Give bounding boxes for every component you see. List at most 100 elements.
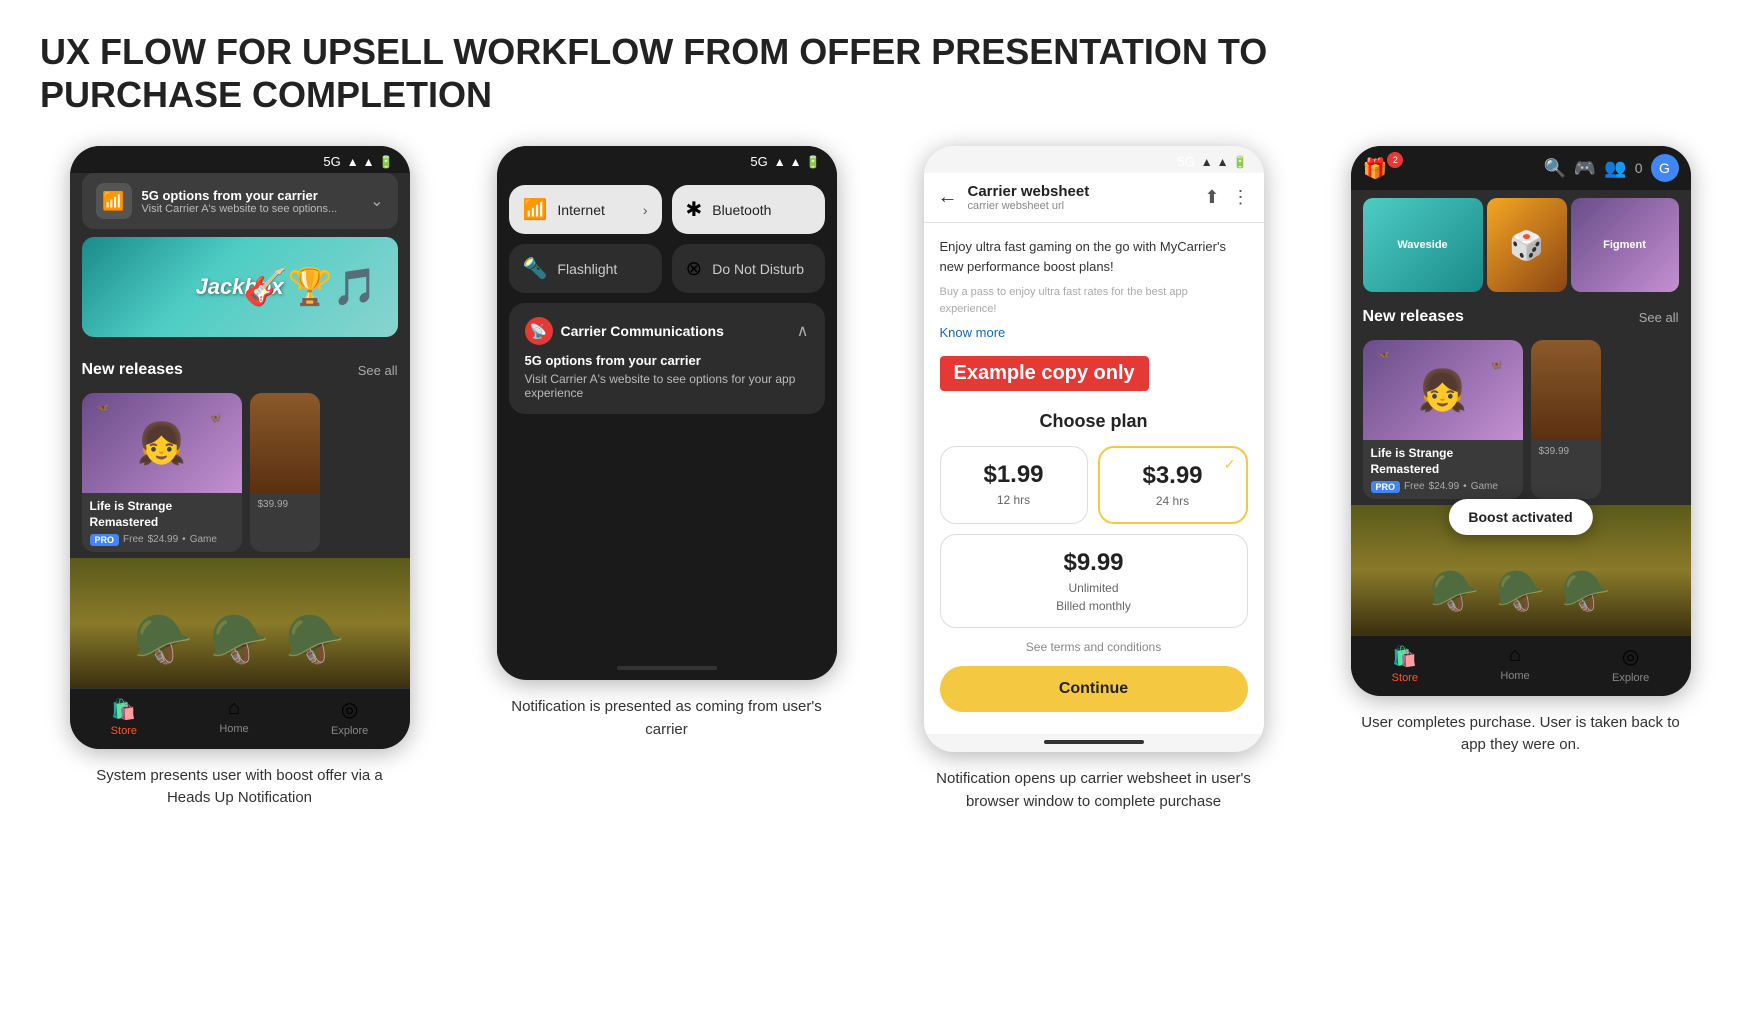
user-avatar[interactable]: G (1651, 154, 1679, 182)
game-name: Life is Strange Remastered (90, 499, 234, 530)
p4-left-icons: 🎁 2 (1363, 156, 1410, 181)
phone4-moto-price: $39.99 (1539, 446, 1593, 457)
game-category-label: Game (190, 534, 217, 545)
signal-icon: ▲ (347, 155, 359, 169)
boost-activated-toast: Boost activated (1448, 499, 1592, 535)
choose-plan-title: Choose plan (940, 411, 1248, 432)
dnd-icon: ⊗ (686, 256, 703, 281)
p4-right-icons: 🔍 🎮 👥 0 G (1543, 154, 1678, 182)
internet-tile[interactable]: 📶 Internet › (509, 185, 662, 234)
phone3-status-bar: 5G ▲ ▲ 🔋 (924, 146, 1264, 173)
see-all-link[interactable]: See all (358, 363, 398, 378)
plan-1-price: $1.99 (955, 461, 1073, 489)
qs-row-2: 🔦 Flashlight ⊗ Do Not Disturb (509, 244, 825, 293)
phone4-home-icon: ⌂ (1509, 644, 1521, 667)
carrier-notif-body: Visit Carrier A's website to see options… (525, 372, 809, 400)
chevron-down-icon: ⌄ (370, 191, 383, 211)
dnd-tile[interactable]: ⊗ Do Not Disturb (672, 244, 825, 293)
bluetooth-tile[interactable]: ✱ Bluetooth (672, 185, 825, 234)
phone4-nav-store[interactable]: 🛍️ Store (1392, 644, 1418, 684)
bluetooth-tile-label: Bluetooth (712, 202, 771, 218)
controller-icon[interactable]: 🎮 (1574, 158, 1596, 179)
back-arrow-icon[interactable]: ← (938, 186, 958, 209)
phone2-status-bar: 5G ▲ ▲ 🔋 (497, 146, 837, 173)
phone1-status-icons: ▲ ▲ 🔋 (347, 155, 394, 169)
phone4-game-info: Life is Strange Remastered PRO Free $24.… (1363, 440, 1523, 498)
phone1-frame: 5G ▲ ▲ 🔋 📶 5G options from your carrier … (70, 146, 410, 748)
phones-container: 5G ▲ ▲ 🔋 📶 5G options from your carrier … (40, 146, 1720, 813)
bluetooth-icon: ✱ (686, 197, 703, 222)
phone1-column: 5G ▲ ▲ 🔋 📶 5G options from your carrier … (40, 146, 439, 809)
plan-1-99[interactable]: $1.99 12 hrs (940, 446, 1088, 524)
phone4-soldier2: 🪖 (1496, 568, 1546, 615)
plan-unlimited-price: $9.99 (955, 549, 1233, 577)
phone4-life-strange-card[interactable]: 👧 🦋 🦋 Life is Strange Remastered PRO Fre… (1363, 340, 1523, 498)
phone4-game-dot: • (1463, 481, 1467, 492)
moto-info: $39.99 (250, 493, 320, 516)
phone1-status-bar: 5G ▲ ▲ 🔋 (70, 146, 410, 173)
flashlight-icon: 🔦 (523, 256, 548, 281)
phone4-see-all[interactable]: See all (1639, 310, 1679, 325)
share-icon[interactable]: ⬆ (1204, 187, 1219, 208)
nav-store-label: Store (111, 725, 137, 737)
fps-game-banner: 🪖 🪖 🪖 (70, 558, 410, 688)
wifi-qs-icon: 📶 (523, 197, 548, 222)
phone4-moto-card[interactable]: $39.99 (1531, 340, 1601, 498)
phone4-home-label: Home (1500, 670, 1529, 682)
phone4-header: 🎁 2 🔍 🎮 👥 0 G (1351, 146, 1691, 190)
gift-icon: 🎁 (1363, 156, 1388, 181)
dnd-tile-label: Do Not Disturb (712, 261, 804, 277)
plan-3-99[interactable]: $3.99 24 hrs (1098, 446, 1248, 524)
phone2-empty-area (497, 426, 837, 656)
people-icon[interactable]: 👥 (1604, 158, 1626, 179)
phone4-game-price-orig: $24.99 (1429, 481, 1460, 492)
know-more-link[interactable]: Know more (940, 325, 1248, 340)
phone4-moto-thumbnail (1531, 340, 1601, 440)
websheet-url: carrier websheet url (968, 200, 1195, 212)
notif-text-block: 5G options from your carrier Visit Carri… (142, 188, 361, 215)
plan-1-duration: 12 hrs (955, 493, 1073, 507)
game-category: • (182, 534, 186, 545)
phone3-column: 5G ▲ ▲ 🔋 ← Carrier websheet carrier webs… (894, 146, 1293, 813)
nav-home[interactable]: ⌂ Home (219, 697, 248, 737)
phone1-caption: System presents user with boost offer vi… (80, 765, 400, 810)
websheet-header: ← Carrier websheet carrier websheet url … (924, 173, 1264, 223)
qs-row-1: 📶 Internet › ✱ Bluetooth (509, 185, 825, 234)
phone1-notification[interactable]: 📶 5G options from your carrier Visit Car… (82, 173, 398, 229)
expand-icon[interactable]: ∧ (797, 321, 809, 341)
soldier2-icon: 🪖 (210, 611, 270, 668)
phone4-nav-home[interactable]: ⌂ Home (1500, 644, 1529, 684)
websheet-body-text2: Buy a pass to enjoy ultra fast rates for… (940, 284, 1248, 317)
carrier-name: Carrier Communications (561, 323, 724, 339)
continue-button[interactable]: Continue (940, 666, 1248, 712)
terms-link[interactable]: See terms and conditions (940, 640, 1248, 654)
jackbox-banner: Jackbox 🎸🏆🎵 (82, 237, 398, 337)
phone4-explore-label: Explore (1612, 672, 1649, 684)
wifi-icon: ▲ (790, 155, 802, 169)
section-title: New releases (82, 361, 183, 379)
phone2-status-text: 5G (750, 154, 767, 169)
phone4-nav-explore[interactable]: ◎ Explore (1612, 644, 1649, 684)
websheet-title: Carrier websheet (968, 183, 1195, 200)
banner-decoration: 🎸🏆🎵 (243, 266, 377, 308)
game-meta: PRO Free $24.99 • Game (90, 534, 234, 546)
battery-icon: 🔋 (806, 155, 821, 169)
page-title: UX FLOW FOR UPSELL WORKFLOW FROM OFFER P… (40, 30, 1440, 116)
soldier3-icon: 🪖 (285, 611, 345, 668)
chevron-right-icon: › (643, 202, 648, 218)
websheet-body: Enjoy ultra fast gaming on the go with M… (924, 223, 1264, 734)
search-icon[interactable]: 🔍 (1543, 158, 1565, 179)
phone2-home-indicator (617, 666, 717, 670)
phone4-game-name: Life is Strange Remastered (1371, 446, 1515, 477)
moto-card[interactable]: $39.99 (250, 393, 320, 551)
life-is-strange-card[interactable]: 👧 🦋 🦋 Life is Strange Remastered PRO Fre… (82, 393, 242, 551)
plan-unlimited[interactable]: $9.99 Unlimited Billed monthly (940, 534, 1248, 628)
flashlight-tile[interactable]: 🔦 Flashlight (509, 244, 662, 293)
phone4-game-price-free: Free (1404, 481, 1425, 492)
phone1-status-text: 5G (323, 154, 340, 169)
more-options-icon[interactable]: ⋮ (1232, 187, 1250, 208)
carrier-notif-title: 5G options from your carrier (525, 353, 809, 368)
nav-explore[interactable]: ◎ Explore (331, 697, 368, 737)
phone4-game-meta: PRO Free $24.99 • Game (1371, 481, 1515, 493)
nav-store[interactable]: 🛍️ Store (111, 697, 137, 737)
